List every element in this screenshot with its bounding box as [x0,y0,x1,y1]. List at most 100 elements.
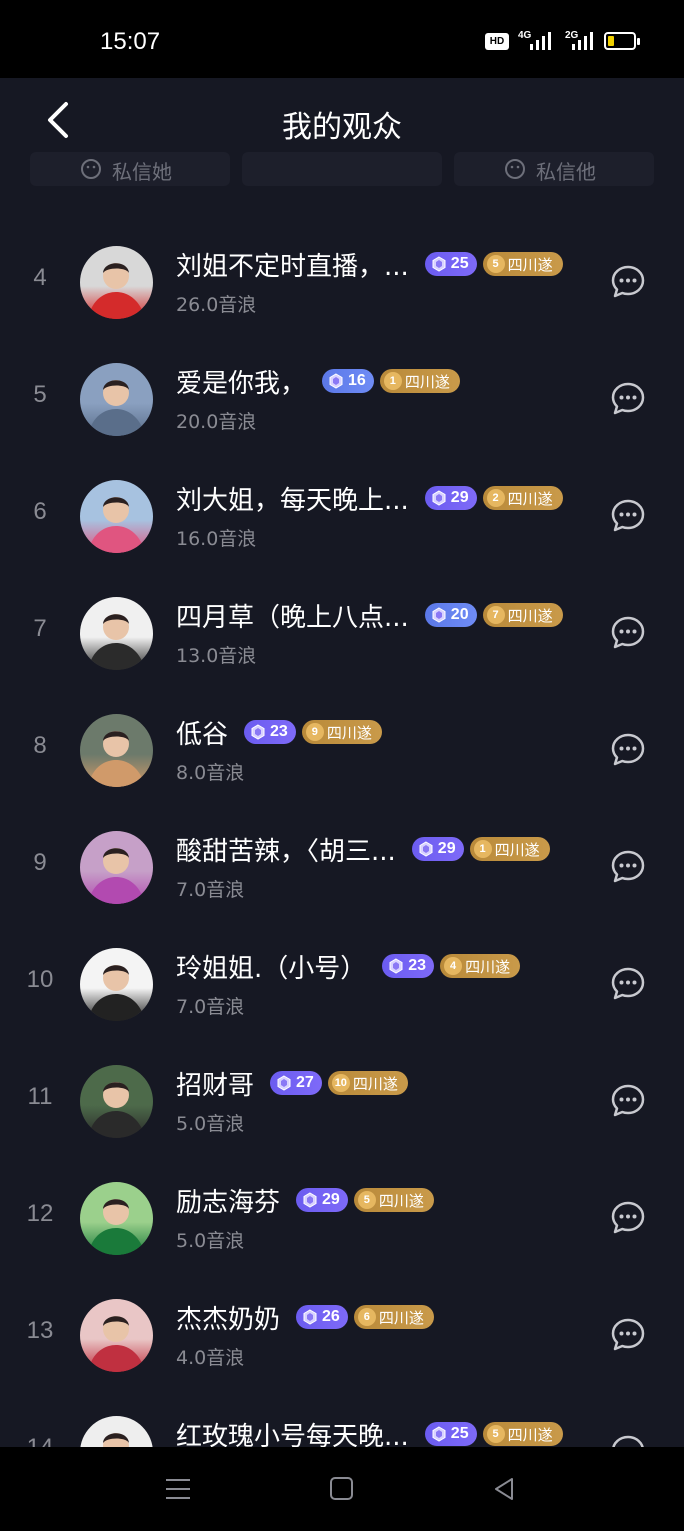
back-triangle-icon[interactable] [492,1476,518,1502]
avatar[interactable] [80,1065,153,1138]
fan-level-heart-icon: 5 [357,1191,376,1209]
fan-club-badge: 9 四川遂 [301,720,382,744]
viewer-row[interactable]: 6 刘大姐，每天晚上... 29 2 四川遂 16.0音浪 [0,456,684,573]
message-dots-icon[interactable] [610,615,646,651]
system-nav-bar [0,1447,684,1531]
viewer-row[interactable]: 10 玲姐姐.（小号） 23 4 四川遂 7.0音浪 [0,924,684,1041]
viewer-name-line: 励志海芬 29 5 四川遂 [176,1182,434,1218]
fan-club-badge: 1 四川遂 [469,837,550,861]
viewer-rank: 8 [33,732,47,759]
level-hexagon-icon [432,256,446,272]
viewer-name-line: 刘大姐，每天晚上... 29 2 四川遂 [176,480,563,516]
viewer-name[interactable]: 招财哥 [176,1065,254,1102]
viewer-row[interactable]: 11 招财哥 27 10 四川遂 5.0音浪 [0,1041,684,1158]
user-level-badge: 26 [296,1305,348,1329]
message-dots-icon[interactable] [610,732,646,768]
fan-club-name: 四川遂 [378,1308,424,1327]
fan-level-heart-icon: 4 [444,957,463,975]
avatar[interactable] [80,1299,153,1372]
fan-club-badge: 6 四川遂 [353,1305,434,1329]
viewer-name[interactable]: 杰杰奶奶 [176,1299,280,1336]
message-dots-icon[interactable] [610,1083,646,1119]
message-dots-icon[interactable] [610,498,646,534]
user-level-badge: 29 [411,837,464,861]
viewer-sound-waves: 5.0音浪 [176,1113,245,1135]
viewer-sound-waves: 4.0音浪 [176,1347,245,1369]
avatar[interactable] [80,363,153,436]
fan-club-badge: 10 四川遂 [327,1071,408,1095]
viewer-name[interactable]: 四月草（晚上八点... [176,597,409,634]
viewer-name[interactable]: 刘大姐，每天晚上... [176,480,409,517]
message-dots-icon[interactable] [610,1200,646,1236]
user-level-badge: 29 [296,1188,348,1212]
user-level-value: 29 [322,1191,340,1208]
user-level-value: 27 [296,1074,314,1091]
message-dots-icon[interactable] [610,849,646,885]
viewer-name[interactable]: 酸甜苦辣，〈胡三... [176,831,396,868]
level-hexagon-icon [277,1075,291,1091]
viewer-row[interactable]: 12 励志海芬 29 5 四川遂 5.0音浪 [0,1158,684,1275]
avatar[interactable] [80,597,153,670]
message-dots-icon[interactable] [610,264,646,300]
fan-club-badge: 7 四川遂 [482,603,563,627]
message-dots-icon[interactable] [610,1317,646,1353]
dm-label-left: 私信她 [112,160,172,184]
avatar[interactable] [80,714,153,787]
viewer-row[interactable]: 7 四月草（晚上八点... 20 7 四川遂 13.0音浪 [0,573,684,690]
viewer-name[interactable]: 低谷 [176,714,228,751]
viewer-name[interactable]: 爱是你我， [176,363,306,400]
viewer-row[interactable]: 9 酸甜苦辣，〈胡三... 29 1 四川遂 7.0音浪 [0,807,684,924]
signal-strength-icon [530,32,551,50]
viewer-row[interactable]: 13 杰杰奶奶 26 6 四川遂 4.0音浪 [0,1275,684,1392]
viewer-sound-waves: 20.0音浪 [176,411,257,433]
fan-level-heart-icon: 1 [383,372,402,390]
viewer-rank: 6 [33,498,47,525]
avatar[interactable] [80,831,153,904]
fan-club-name: 四川遂 [507,1425,553,1444]
fan-level-heart-icon: 6 [357,1308,376,1326]
signal-strength-icon-2 [572,32,593,50]
fan-club-badge: 5 四川遂 [353,1188,434,1212]
level-hexagon-icon [389,958,403,974]
viewer-row[interactable]: 5 爱是你我， 16 1 四川遂 20.0音浪 [0,339,684,456]
battery-level [608,36,614,46]
fan-club-badge: 5 四川遂 [482,1422,563,1446]
viewer-name[interactable]: 刘姐不定时直播，... [176,246,409,283]
viewer-name-line: 刘姐不定时直播，... 25 5 四川遂 [176,246,563,282]
message-dots-icon[interactable] [610,966,646,1002]
avatar[interactable] [80,948,153,1021]
user-level-value: 16 [348,372,366,389]
message-dots-icon[interactable] [610,381,646,417]
smile-icon [81,159,101,179]
avatar[interactable] [80,1182,153,1255]
fan-level-heart-icon: 9 [305,723,324,741]
viewer-row[interactable]: 8 低谷 23 9 四川遂 8.0音浪 [0,690,684,807]
viewer-name[interactable]: 玲姐姐.（小号） [176,948,366,985]
viewer-row[interactable]: 4 刘姐不定时直播，... 25 5 四川遂 26.0音浪 [0,222,684,339]
viewer-name-line: 爱是你我， 16 1 四川遂 [176,363,460,399]
viewer-name-line: 酸甜苦辣，〈胡三... 29 1 四川遂 [176,831,550,867]
viewer-sound-waves: 26.0音浪 [176,294,257,316]
fan-level-heart-icon: 2 [486,489,505,507]
user-level-badge: 20 [424,603,477,627]
fan-level-heart-icon: 7 [486,606,505,624]
viewer-name-line: 杰杰奶奶 26 6 四川遂 [176,1299,434,1335]
menu-lines-icon[interactable] [166,1477,192,1501]
user-level-value: 29 [450,489,469,506]
level-hexagon-icon [251,724,265,740]
avatar[interactable] [80,246,153,319]
level-hexagon-icon [303,1192,317,1208]
viewer-name[interactable]: 励志海芬 [176,1182,280,1219]
viewer-name-line: 招财哥 27 10 四川遂 [176,1065,408,1101]
avatar[interactable] [80,480,153,553]
viewer-sound-waves: 5.0音浪 [176,1230,245,1252]
home-square-icon[interactable] [329,1476,355,1502]
fan-club-name: 四川遂 [507,606,553,625]
dm-pill-middle [242,152,442,186]
viewer-rank: 9 [33,849,47,876]
dm-label-right: 私信他 [536,160,596,184]
viewer-name-line: 低谷 23 9 四川遂 [176,714,382,750]
level-hexagon-icon [329,373,343,389]
status-bar: 15:07 HD 4G 2G [0,0,684,78]
viewer-sound-waves: 8.0音浪 [176,762,245,784]
